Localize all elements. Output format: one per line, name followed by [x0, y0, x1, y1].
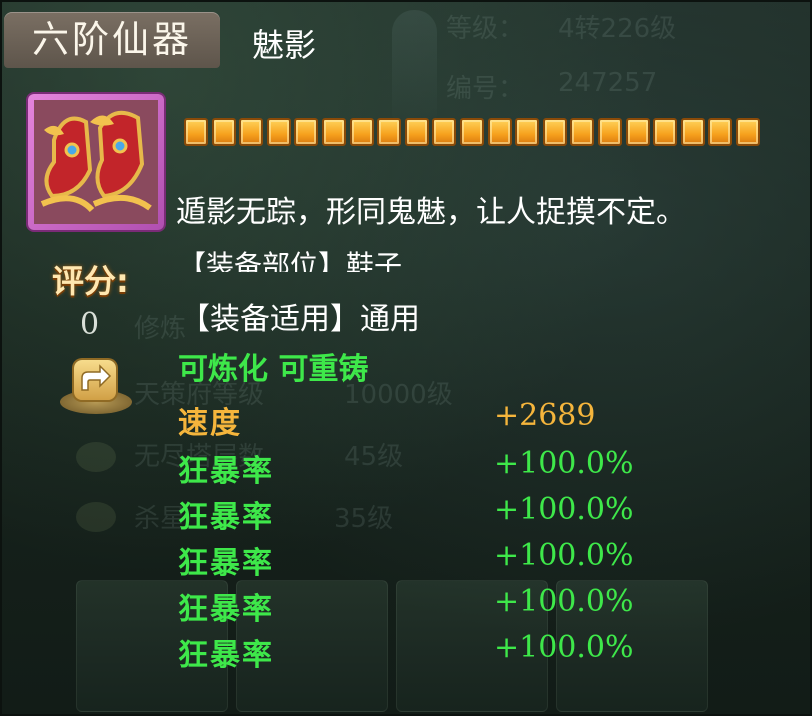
refine-recast-text: 可炼化 可重铸	[178, 352, 369, 387]
bg-id-value: 247257	[558, 68, 658, 98]
stat-value: +100.0%	[494, 492, 634, 527]
winged-boots-icon	[34, 100, 158, 224]
stat-name: 狂暴率	[178, 638, 274, 673]
star-block	[459, 118, 484, 146]
star-block	[515, 118, 540, 146]
star-block	[597, 118, 622, 146]
item-tier-tab: 六阶仙器	[4, 12, 220, 68]
stat-name: 狂暴率	[178, 454, 274, 489]
item-tooltip-panel: 等级： 4转226级 编号： 247257 修炼 天策府等级 10000级 无尽…	[0, 0, 812, 716]
item-star-rating	[184, 118, 760, 146]
stat-value: +100.0%	[494, 584, 634, 619]
star-block	[239, 118, 264, 146]
stat-value: +100.0%	[494, 446, 634, 481]
score-label: 评分:	[52, 262, 129, 300]
score-value: 0	[80, 307, 100, 342]
stat-row: 狂暴率 +100.0%	[178, 538, 658, 581]
equipment-slot-text: 【装备部位】鞋子	[178, 249, 403, 272]
star-block	[735, 118, 760, 146]
bg-star-icon	[76, 502, 116, 532]
equipment-slot-line: 【装备部位】鞋子	[178, 242, 478, 272]
stat-name: 狂暴率	[178, 546, 274, 581]
stat-row: 狂暴率 +100.0%	[178, 446, 658, 489]
item-icon-frame	[28, 94, 164, 230]
star-block	[708, 118, 733, 146]
item-description: 遁影无踪，形同鬼魅，让人捉摸不定。	[176, 195, 686, 230]
star-block	[377, 118, 402, 146]
star-block	[321, 118, 346, 146]
bg-level-label: 等级：	[446, 14, 525, 44]
share-button[interactable]	[58, 354, 134, 416]
stat-row: 狂暴率 +100.0%	[178, 492, 658, 535]
star-block	[487, 118, 512, 146]
star-block	[680, 118, 705, 146]
stat-row: 狂暴率 +100.0%	[178, 630, 658, 673]
background-character-figure	[392, 10, 437, 120]
star-block	[404, 118, 429, 146]
share-icon	[74, 360, 116, 400]
stat-name: 速度	[178, 406, 242, 441]
equipment-usage-text: 【装备适用】通用	[180, 302, 420, 337]
stat-value: +100.0%	[494, 538, 634, 573]
star-block	[625, 118, 650, 146]
star-block	[570, 118, 595, 146]
stat-row: 狂暴率 +100.0%	[178, 584, 658, 627]
star-block	[653, 118, 678, 146]
star-block	[266, 118, 291, 146]
stat-value: +2689	[494, 398, 596, 433]
stat-name: 狂暴率	[178, 500, 274, 535]
bg-id-label: 编号：	[446, 74, 525, 104]
stat-row: 速度 +2689	[178, 398, 658, 441]
bg-tower-icon	[76, 442, 116, 472]
star-block	[211, 118, 236, 146]
stat-name: 狂暴率	[178, 592, 274, 627]
item-name: 魅影	[252, 26, 317, 64]
star-block	[349, 118, 374, 146]
star-block	[294, 118, 319, 146]
star-block	[432, 118, 457, 146]
star-block	[184, 118, 208, 146]
stat-value: +100.0%	[494, 630, 634, 665]
star-block	[542, 118, 567, 146]
bg-level-value: 4转226级	[558, 14, 677, 44]
bg-row-label: 修炼	[134, 314, 187, 344]
